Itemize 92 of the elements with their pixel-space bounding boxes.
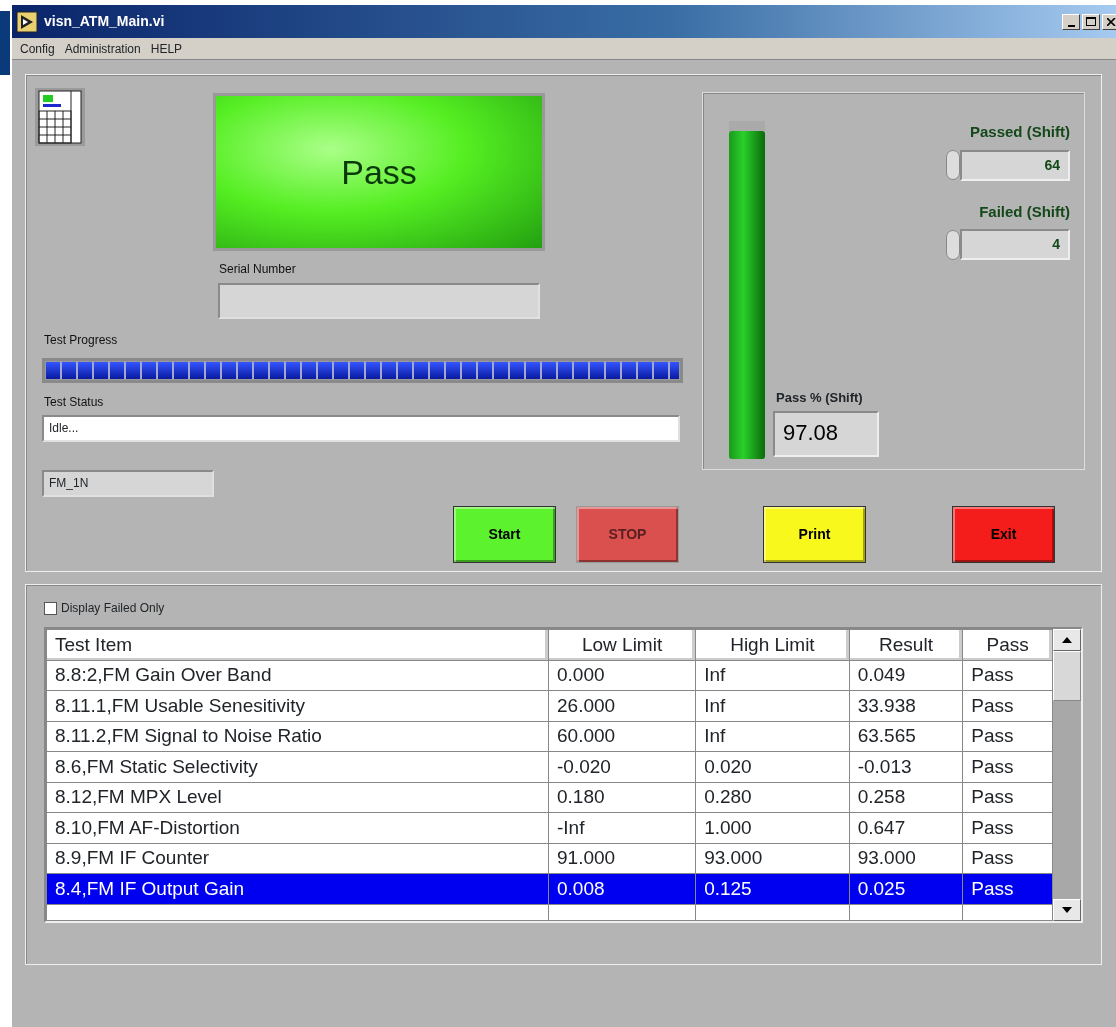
table-row[interactable]: 8.10,FM AF-Distortion -Inf 1.000 0.647 Pass	[46, 812, 1053, 843]
table-cell: Pass	[962, 751, 1053, 782]
maximize-button[interactable]	[1082, 13, 1100, 30]
table-cell: 8.6,FM Static Selectivity	[46, 751, 549, 782]
status-field: Idle...	[42, 415, 680, 442]
table-cell: Inf	[695, 690, 850, 721]
table-cell: 60.000	[548, 721, 696, 752]
table-cell: 1.000	[695, 812, 850, 843]
table-cell: Pass	[962, 660, 1053, 691]
close-icon	[1106, 17, 1116, 26]
table-cell: 93.000	[849, 843, 963, 874]
table-cell: -0.020	[548, 751, 696, 782]
scroll-up-button[interactable]	[1053, 629, 1081, 651]
column-header[interactable]: Low Limit	[548, 629, 696, 660]
serial-number-field[interactable]	[218, 283, 540, 319]
mode-field: FM_1N	[42, 470, 214, 497]
table-cell: 8.9,FM IF Counter	[46, 843, 549, 874]
pass-percent-field: 97.08	[773, 411, 879, 457]
counter-field: 4	[960, 229, 1070, 260]
table-cell: 0.258	[849, 782, 963, 813]
table-cell: Pass	[962, 843, 1053, 874]
checkbox-label: Display Failed Only	[61, 600, 165, 617]
close-button[interactable]	[1102, 13, 1116, 30]
table-row[interactable]: 8.9,FM IF Counter 91.000 93.000 93.000 Pass	[46, 843, 1053, 874]
menu-item[interactable]: Config	[20, 39, 55, 58]
table-cell: 0.049	[849, 660, 963, 691]
table-cell: 0.020	[695, 751, 850, 782]
field-label: Serial Number	[219, 261, 296, 278]
status-indicator: Pass	[213, 93, 545, 251]
window-title: visn_ATM_Main.vi	[44, 12, 165, 31]
table-cell: 8.4,FM IF Output Gain	[46, 873, 549, 904]
spinner-control[interactable]	[946, 150, 960, 180]
down-arrow-icon	[1062, 906, 1072, 913]
table-cell: Pass	[962, 812, 1053, 843]
table-row[interactable]: 8.11.1,FM Usable Senesitivity 26.000 Inf 33.938 Pass	[46, 690, 1053, 721]
table-cell: 8.11.1,FM Usable Senesitivity	[46, 690, 549, 721]
table-cell: 0.647	[849, 812, 963, 843]
minimize-button[interactable]	[1062, 13, 1080, 30]
table-row[interactable]: 8.12,FM MPX Level 0.180 0.280 0.258 Pass	[46, 782, 1053, 813]
action-button[interactable]: Print	[763, 506, 866, 563]
field-label: Pass % (Shift)	[776, 389, 863, 407]
counter-label: Passed (Shift)	[969, 122, 1070, 142]
table-cell: Pass	[962, 873, 1053, 904]
checkbox[interactable]	[44, 601, 57, 615]
maximize-icon	[1086, 17, 1096, 26]
table-row[interactable]: 8.11.2,FM Signal to Noise Ratio 60.000 Inf 63.565 Pass	[46, 721, 1053, 752]
table-cell: 8.11.2,FM Signal to Noise Ratio	[46, 721, 549, 752]
table-cell: 8.12,FM MPX Level	[46, 782, 549, 813]
table-row[interactable]: 8.6,FM Static Selectivity -0.020 0.020 -0.013 Pass	[46, 751, 1053, 782]
table-cell: 0.025	[849, 873, 963, 904]
counter-field: 64	[960, 149, 1070, 181]
column-header[interactable]: High Limit	[695, 629, 850, 660]
table-cell: 8.10,FM AF-Distortion	[46, 812, 549, 843]
spinner-control[interactable]	[946, 229, 960, 260]
table-cell: 33.938	[849, 690, 963, 721]
table-cell: Inf	[695, 660, 850, 691]
table-cell: -Inf	[548, 812, 696, 843]
table-cell: 91.000	[548, 843, 696, 874]
column-header[interactable]: Test Item	[46, 629, 549, 660]
field-label: Test Progress	[44, 332, 118, 349]
table-cell: Pass	[962, 721, 1053, 752]
table-cell: 0.180	[548, 782, 696, 813]
minimize-icon	[1067, 24, 1075, 27]
field-label: Test Status	[44, 394, 104, 411]
panel-icon	[35, 88, 85, 146]
table-cell: Inf	[695, 721, 850, 752]
app-icon	[16, 10, 38, 33]
table-cell: 93.000	[695, 843, 850, 874]
column-header[interactable]: Pass	[962, 629, 1053, 660]
menu-item[interactable]: HELP	[150, 39, 183, 58]
table-cell: 0.000	[548, 660, 696, 691]
action-button[interactable]: Exit	[952, 506, 1055, 563]
scrollbar[interactable]	[1053, 629, 1081, 921]
table-cell: Pass	[962, 690, 1053, 721]
up-arrow-icon	[1062, 637, 1072, 643]
scroll-thumb[interactable]	[1053, 651, 1081, 701]
action-button[interactable]: Start	[453, 506, 556, 563]
table-cell: 63.565	[849, 721, 963, 752]
table-cell: 0.280	[695, 782, 850, 813]
table-cell: 8.8:2,FM Gain Over Band	[46, 660, 549, 691]
counter-label: Failed (Shift)	[979, 201, 1070, 222]
table-cell: 0.125	[695, 873, 850, 904]
scroll-down-button[interactable]	[1053, 898, 1081, 921]
table-cell: Pass	[962, 782, 1053, 813]
table-cell: 26.000	[548, 690, 696, 721]
table-row[interactable]: 8.4,FM IF Output Gain 0.008 0.125 0.025 Pass	[46, 873, 1053, 904]
table-cell: 0.008	[548, 873, 696, 904]
menu-item[interactable]: Administration	[64, 39, 141, 58]
background-window-edge	[0, 11, 10, 75]
column-header[interactable]: Result	[849, 629, 963, 660]
table-cell: -0.013	[849, 751, 963, 782]
table-row[interactable]: 8.8:2,FM Gain Over Band 0.000 Inf 0.049 Pass	[46, 660, 1053, 691]
